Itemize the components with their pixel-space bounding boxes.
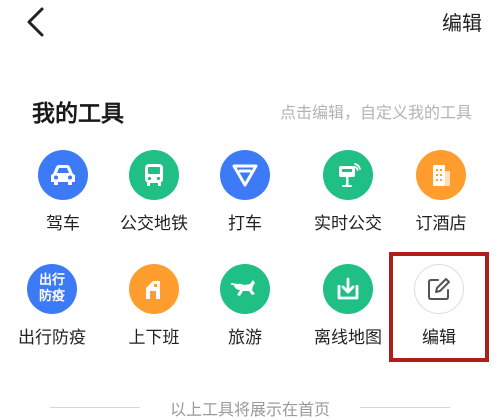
hotel-icon [416,150,466,200]
section-title: 我的工具 [32,101,124,127]
tool-offline-map[interactable]: 离线地图 [302,252,394,352]
tool-label: 订酒店 [415,214,467,234]
tool-drive[interactable]: 驾车 [17,138,109,238]
tool-hotel[interactable]: 订酒店 [395,138,487,238]
tool-bus-subway[interactable]: 公交地铁 [108,138,200,238]
tool-label: 出行防疫 [18,328,86,348]
edit-icon [414,264,464,314]
edit-button[interactable]: 编辑 [442,7,482,36]
bus-stop-icon [323,150,373,200]
tool-edit[interactable]: 编辑 [393,252,485,352]
bus-icon [129,150,179,200]
footer-text: 以上工具将展示在首页 [169,400,330,419]
top-bar: 编辑 [0,0,500,48]
commute-icon [129,264,179,314]
tool-commute[interactable]: 上下班 [108,252,200,352]
tool-label: 编辑 [422,328,456,348]
tool-label: 公交地铁 [120,214,188,234]
footer: 以上工具将展示在首页 [0,396,500,419]
tool-epidemic-prevention[interactable]: 出行 防疫 出行防疫 [6,252,98,352]
tool-label: 打车 [228,214,262,234]
tool-label: 实时公交 [314,214,382,234]
icon-text-line: 出行 [38,273,65,288]
back-button[interactable] [22,6,50,38]
icon-text-line: 防疫 [38,289,65,304]
tool-label: 旅游 [228,328,262,348]
tool-realtime-bus[interactable]: 实时公交 [302,138,394,238]
section-hint: 点击编辑，自定义我的工具 [279,103,472,122]
epidemic-prevention-icon: 出行 防疫 [27,264,77,314]
horse-icon [220,264,270,314]
tool-travel[interactable]: 旅游 [199,252,291,352]
tool-taxi[interactable]: 打车 [199,138,291,238]
tool-label: 上下班 [128,328,180,348]
car-icon [38,150,88,200]
chevron-left-icon [27,7,44,37]
tool-label: 驾车 [46,214,80,234]
divider-right [360,407,450,408]
tool-label: 离线地图 [314,328,382,348]
download-icon [323,264,373,314]
taxi-icon [220,150,270,200]
